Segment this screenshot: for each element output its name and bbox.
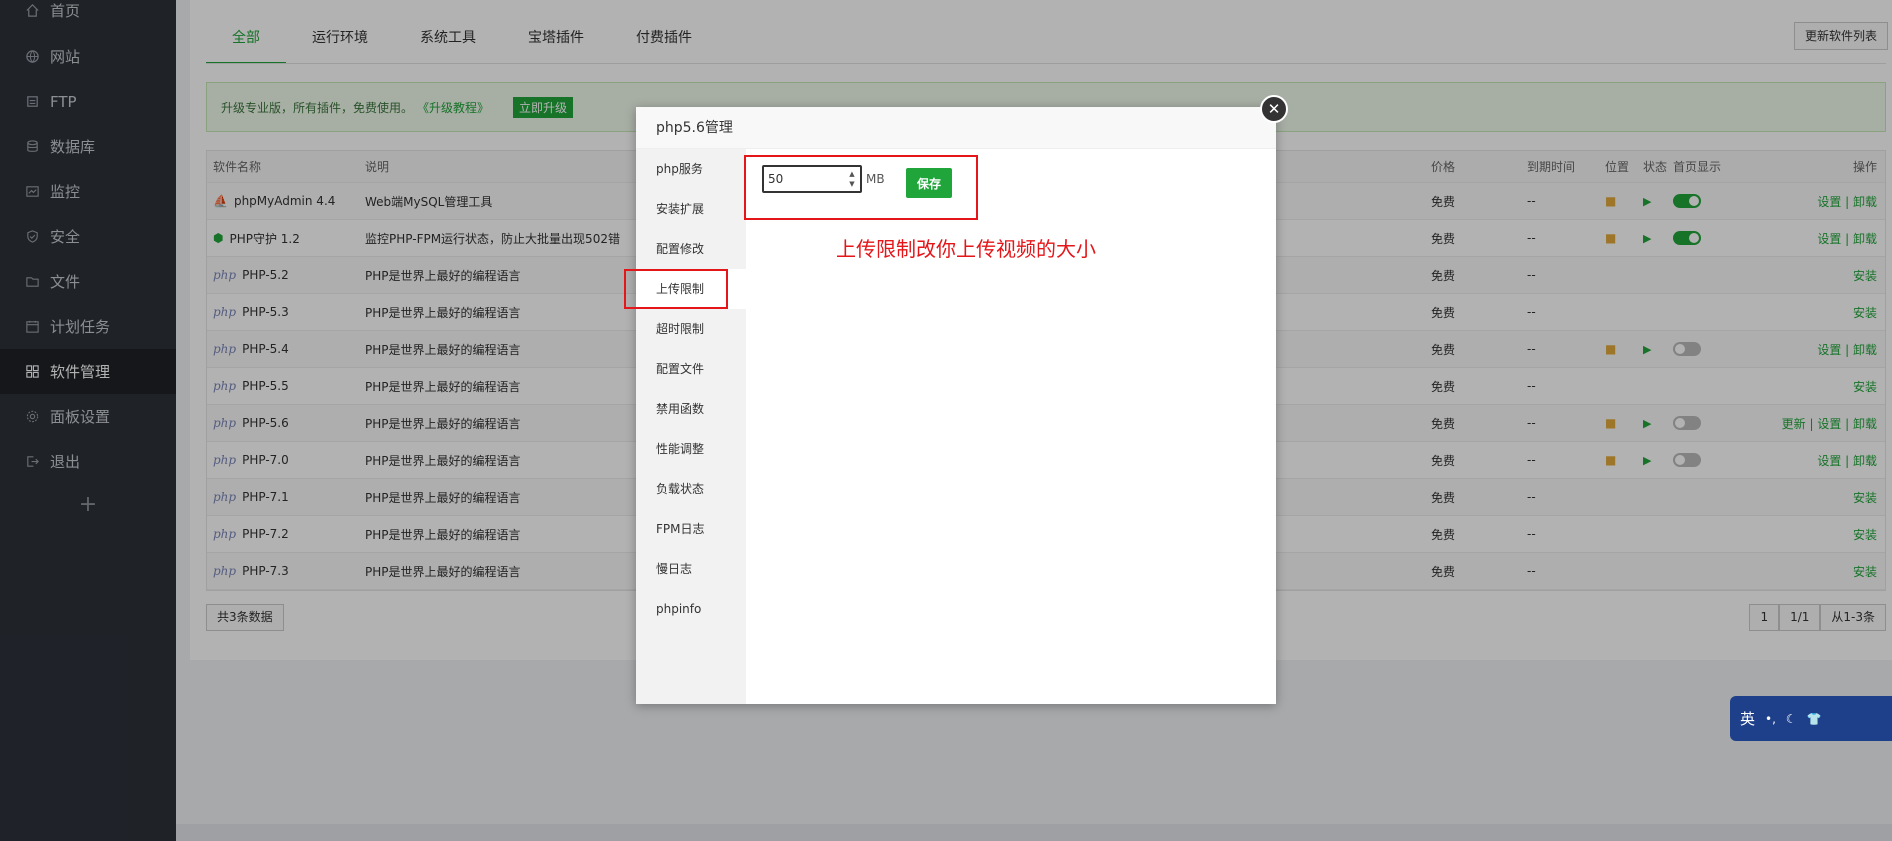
highlight-box-input xyxy=(744,155,978,220)
menu-performance[interactable]: 性能调整 xyxy=(636,429,746,469)
highlight-box-menu xyxy=(624,269,728,309)
menu-timeout-limit[interactable]: 超时限制 xyxy=(636,309,746,349)
menu-disabled-functions[interactable]: 禁用函数 xyxy=(636,389,746,429)
menu-slow-log[interactable]: 慢日志 xyxy=(636,549,746,589)
menu-config-file[interactable]: 配置文件 xyxy=(636,349,746,389)
close-icon[interactable]: ✕ xyxy=(1260,95,1288,123)
menu-config-edit[interactable]: 配置修改 xyxy=(636,229,746,269)
menu-fpm-log[interactable]: FPM日志 xyxy=(636,509,746,549)
modal-title: php5.6管理 xyxy=(636,107,1276,149)
ime-toolbar[interactable]: 英 •, ☾ 👕 xyxy=(1730,696,1892,741)
menu-load-status[interactable]: 负载状态 xyxy=(636,469,746,509)
menu-php-service[interactable]: php服务 xyxy=(636,149,746,189)
menu-install-extensions[interactable]: 安装扩展 xyxy=(636,189,746,229)
modal-menu: php服务 安装扩展 配置修改 上传限制 超时限制 配置文件 禁用函数 性能调整… xyxy=(636,149,746,704)
punctuation-icon[interactable]: •, xyxy=(1765,712,1776,726)
moon-icon[interactable]: ☾ xyxy=(1786,712,1797,726)
skin-icon[interactable]: 👕 xyxy=(1807,712,1822,726)
ime-language[interactable]: 英 xyxy=(1740,708,1755,729)
menu-phpinfo[interactable]: phpinfo xyxy=(636,589,746,629)
annotation-text: 上传限制改你上传视频的大小 xyxy=(836,237,1096,261)
